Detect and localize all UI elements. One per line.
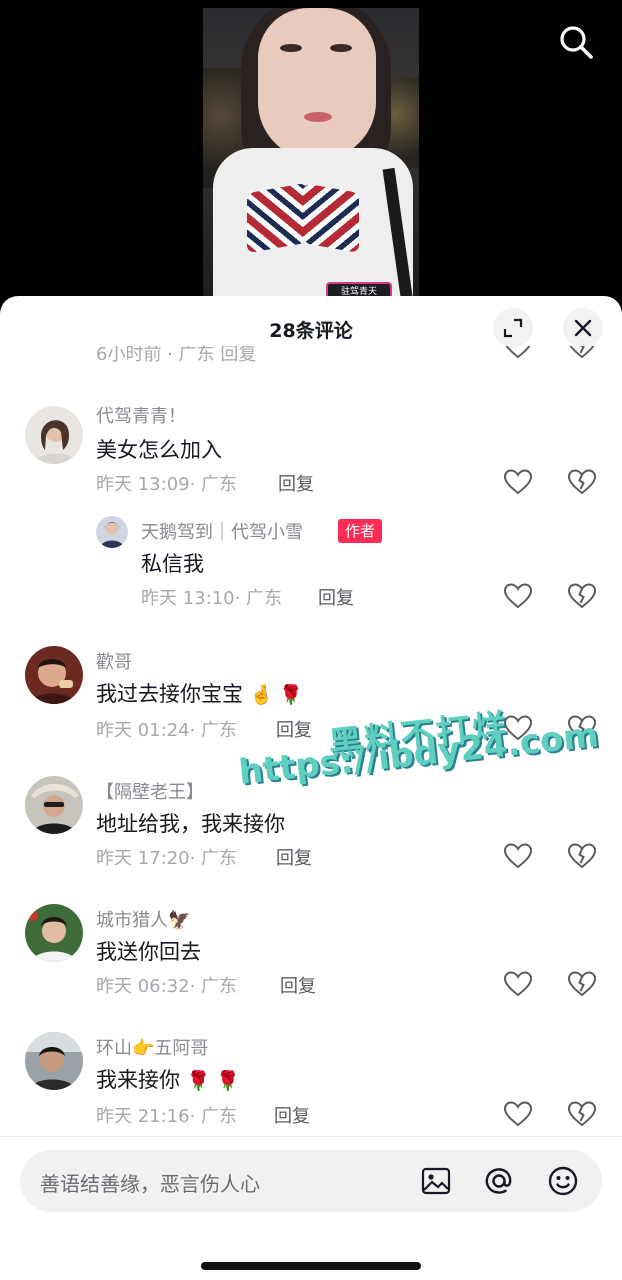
image-icon[interactable] (420, 1165, 452, 1197)
comment-emojis: 🌹 🌹 (186, 1070, 241, 1092)
emoji-icon[interactable] (547, 1165, 579, 1197)
heart-icon[interactable] (503, 970, 533, 998)
reply-button[interactable]: 回复 (280, 972, 316, 998)
comment-username[interactable]: 天鹅驾到｜代驾小雪 (141, 518, 303, 544)
divider (0, 1136, 622, 1137)
comment-username[interactable]: 城市猎人🦅 (96, 906, 190, 932)
reply-button[interactable]: 回复 (318, 584, 354, 610)
heart-icon[interactable] (503, 582, 533, 610)
comment-text-body: 我过去接你宝宝 (96, 682, 243, 706)
video-person-eye (330, 44, 352, 52)
comment-text: 私信我 (141, 552, 204, 576)
at-icon[interactable] (483, 1165, 515, 1197)
video-person-lips (304, 112, 332, 122)
comment-time-location: 昨天 01:24· 广东 (96, 720, 238, 741)
broken-heart-icon[interactable] (567, 582, 597, 610)
comment-input[interactable]: 善语结善缘，恶言伤人心 (40, 1168, 260, 1197)
heart-icon[interactable] (503, 842, 533, 870)
reply-button[interactable]: 回复 (274, 1102, 310, 1128)
comment-text: 美女怎么加入 (96, 438, 222, 462)
avatar[interactable] (96, 516, 128, 548)
reply-button[interactable]: 回复 (276, 716, 312, 742)
partial-comment-meta: 6小时前 · 广东 回复 (96, 346, 257, 365)
comment-time-location: 昨天 06:32· 广东 (96, 976, 238, 997)
heart-icon[interactable] (503, 468, 533, 496)
avatar[interactable] (25, 1032, 83, 1090)
comment-username[interactable]: 歡哥 (96, 648, 132, 674)
video-person-face (258, 8, 376, 160)
comment-text: 我过去接你宝宝 🤞 🌹 (96, 678, 303, 708)
broken-heart-icon[interactable] (567, 842, 597, 870)
comment-text-body: 我来接你 (96, 1068, 180, 1092)
video-bow-right (303, 183, 359, 253)
comment-time-location: 昨天 13:09· 广东 (96, 474, 238, 495)
home-indicator[interactable] (201, 1262, 421, 1270)
video-bow-left (247, 182, 307, 254)
broken-heart-icon[interactable] (567, 468, 597, 496)
comment-time-location: 昨天 13:10· 广东 (141, 588, 283, 609)
author-tag: 作者 (338, 519, 383, 543)
close-icon (574, 319, 592, 337)
search-button[interactable] (556, 22, 596, 62)
comment-time-location: 昨天 21:16· 广东 (96, 1106, 238, 1127)
broken-heart-icon[interactable] (567, 346, 597, 360)
heart-icon[interactable] (503, 1100, 533, 1128)
comment-text: 我送你回去 (96, 940, 201, 964)
comment-text: 地址给我，我来接你 (96, 812, 285, 836)
search-icon (560, 26, 593, 59)
expand-icon (503, 318, 523, 338)
expand-button[interactable] (493, 308, 533, 348)
comment-sheet: 28条评论 6小时前 · 广东 回复 代驾青青！ 美女怎么加入 昨天 13:09… (0, 296, 622, 1280)
comment-username[interactable]: 【隔壁老王】 (96, 778, 204, 804)
avatar[interactable] (25, 406, 83, 464)
comment-list[interactable]: 6小时前 · 广东 回复 代驾青青！ 美女怎么加入 昨天 13:09· 广东 回… (0, 346, 622, 1136)
heart-icon[interactable] (503, 346, 533, 360)
comment-time-location: 昨天 17:20· 广东 (96, 848, 238, 869)
comment-input-bar[interactable]: 善语结善缘，恶言伤人心 (20, 1150, 602, 1212)
avatar[interactable] (25, 904, 83, 962)
avatar[interactable] (25, 646, 83, 704)
broken-heart-icon[interactable] (567, 970, 597, 998)
reply-button[interactable]: 回复 (276, 844, 312, 870)
avatar[interactable] (25, 776, 83, 834)
comment-username[interactable]: 代驾青青！ (96, 402, 186, 428)
broken-heart-icon[interactable] (567, 1100, 597, 1128)
close-button[interactable] (563, 308, 603, 348)
comment-emojis: 🤞 🌹 (249, 684, 304, 706)
comment-username[interactable]: 环山👉五阿哥 (96, 1034, 208, 1060)
video-person-eye (280, 44, 302, 52)
video-thumbnail[interactable]: 驻驾青天 (203, 8, 419, 308)
video-area[interactable]: 驻驾青天 (0, 0, 622, 320)
reply-button[interactable]: 回复 (278, 470, 314, 496)
comment-text: 我来接你 🌹 🌹 (96, 1064, 240, 1094)
